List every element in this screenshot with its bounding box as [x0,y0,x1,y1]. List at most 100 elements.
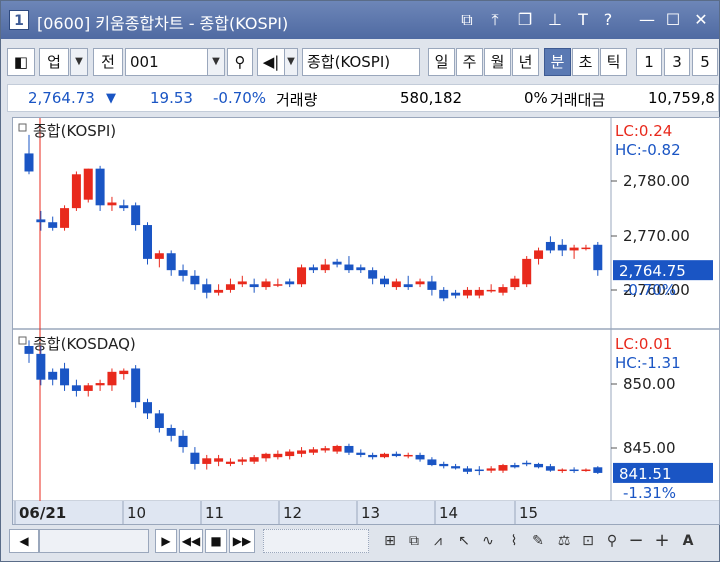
horizontal-scrollbar[interactable] [39,529,149,553]
panel-1-menu-icon [18,336,27,345]
panel-1-candle-body [415,454,425,460]
pin-top-icon[interactable]: ⤒ [485,10,505,30]
panel-1-candle-body [356,452,366,455]
draw-tool-icon[interactable]: ✎ [527,530,549,552]
panel-1-candle-body [190,452,200,464]
interval-button-3[interactable]: 3 [664,48,690,76]
amount-value: 10,759,8 [648,89,715,107]
magnifier-chart-icon[interactable]: ⊡ [577,530,599,552]
chart-toolbar: ◧ 업 ▼ 전 001 ▼ ⚲ ◀| ▼ 종합(KOSPI) 일주월년분초틱13… [7,46,719,78]
panel-0-candle-body [356,267,366,271]
speaker-icon[interactable]: ◀| [257,48,285,76]
font-size-icon[interactable]: T [573,10,593,30]
panel-1-candle-body [344,445,354,453]
panel-0-y-tick-label-0: 2,780.00 [623,172,690,190]
panel-1-candle-body [474,469,484,472]
panel-1-candle-body [308,449,318,453]
panel-1-candle-body [166,427,176,436]
panel-1-candle-body [285,451,295,457]
panel-0-candle-body [24,153,34,172]
panel-1-y-tick-label-0: 850.00 [623,375,676,393]
panel-1-candle-body [332,445,342,452]
panel-1-candle-body [119,370,129,375]
time-label-6: 15 [519,504,538,522]
zoom-search-icon[interactable]: ⚲ [601,530,623,552]
auto-scale-button[interactable]: A [677,530,699,552]
compare-icon[interactable]: ⚖ [553,530,575,552]
panel-1-candle-body [510,465,520,468]
speed-slider[interactable] [263,529,369,553]
panel-0-candle-body [273,284,283,286]
overlay-chart-icon[interactable]: ⩘ [427,530,449,552]
panel-1-candle-body [36,353,46,380]
panel-1-last-pct: -1.31% [623,484,676,502]
down-arrow-icon: ▼ [106,91,116,106]
copy-window-icon[interactable]: ❐ [515,10,535,30]
window-number-badge: 1 [9,10,29,30]
scroll-left-button[interactable]: ◀ [9,529,39,553]
fast-forward-button[interactable]: ▶▶ [229,529,255,553]
panel-0-candle-body [391,281,401,288]
period-button-5[interactable]: 초 [572,48,599,76]
panel-1-candle-body [545,466,555,471]
period-button-6[interactable]: 틱 [600,48,627,76]
indicator-icon[interactable]: ∿ [477,530,499,552]
trendline-icon[interactable]: ↖ [453,530,475,552]
panel-0-candle-body [285,281,295,285]
panel-0-candle-body [344,264,354,271]
zoom-in-button[interactable]: + [651,530,673,552]
maximize-icon[interactable]: ☐ [663,10,683,30]
interval-button-1[interactable]: 1 [636,48,662,76]
panel-0-candle-body [202,284,212,293]
current-price: 2,764.73 [28,89,95,107]
panel-0-y-tick-label-1: 2,770.00 [623,227,690,245]
panel-0-lc-label: LC:0.24 [615,122,672,140]
interval-button-5[interactable]: 5 [692,48,718,76]
panel-0-candle-body [474,289,484,296]
all-button[interactable]: 전 [93,48,123,76]
panel-0-last-pct: -0.70% [623,281,676,299]
panel-0-candle-body [249,284,259,288]
play-button[interactable]: ▶ [155,529,177,553]
index-name-field[interactable]: 종합(KOSPI) [302,48,420,76]
panel-1-candle-body [178,435,188,448]
panel-0-hc-label: HC:-0.82 [615,141,681,159]
code-input[interactable]: 001 [125,48,209,76]
panel-0-candle-body [36,219,46,223]
search-icon[interactable]: ⚲ [227,48,253,76]
panel-1-candle-body [107,371,117,386]
period-button-0[interactable]: 일 [428,48,455,76]
panel-0-candle-body [95,168,105,206]
close-icon[interactable]: ✕ [691,10,711,30]
panel-0-candle-body [439,289,449,299]
title-bar[interactable]: 1 [0600] 키움종합차트 - 종합(KOSPI) ⧉ ⤒ ❐ ⊥ T ? … [1,1,719,39]
stop-button[interactable]: ■ [205,529,227,553]
window-split-icon[interactable]: ⧉ [403,530,425,552]
panel-1-candle-body [143,402,152,414]
period-button-3[interactable]: 년 [512,48,539,76]
rewind-button[interactable]: ◀◀ [179,529,203,553]
chart-area[interactable]: 종합(KOSPI) LC:0.24 HC:-0.82 2,780.00 2,770.00… [12,117,720,525]
thumbtack-icon[interactable]: ⊥ [545,10,565,30]
panel-1-candle-body [225,461,235,464]
market-dropdown-icon[interactable]: ▼ [70,48,88,76]
panel-0-candle-body [71,174,81,209]
link-window-icon[interactable]: ⧉ [457,10,477,30]
panel-1-candle-body [380,453,389,458]
panel-toggle-icon[interactable]: ◧ [7,48,35,76]
period-button-2[interactable]: 월 [484,48,511,76]
period-button-4[interactable]: 분 [544,48,571,76]
period-button-1[interactable]: 주 [456,48,483,76]
minimize-icon[interactable]: — [637,10,657,30]
panel-0-candle-body [498,287,508,293]
help-icon[interactable]: ? [598,10,618,30]
market-type-select[interactable]: 업 [39,48,69,76]
panel-1-hc-label: HC:-1.31 [615,354,681,372]
wave-icon[interactable]: ⌇ [503,530,525,552]
speaker-dropdown-icon[interactable]: ▼ [284,48,298,76]
panel-0-candle-body [581,247,591,250]
layout-icon[interactable]: ⊞ [379,530,401,552]
candlestick-charts[interactable]: 종합(KOSPI) LC:0.24HC:-0.82 2,780.00 2,770.00… [13,118,719,524]
code-dropdown-icon[interactable]: ▼ [207,48,225,76]
zoom-out-button[interactable]: − [625,530,647,552]
